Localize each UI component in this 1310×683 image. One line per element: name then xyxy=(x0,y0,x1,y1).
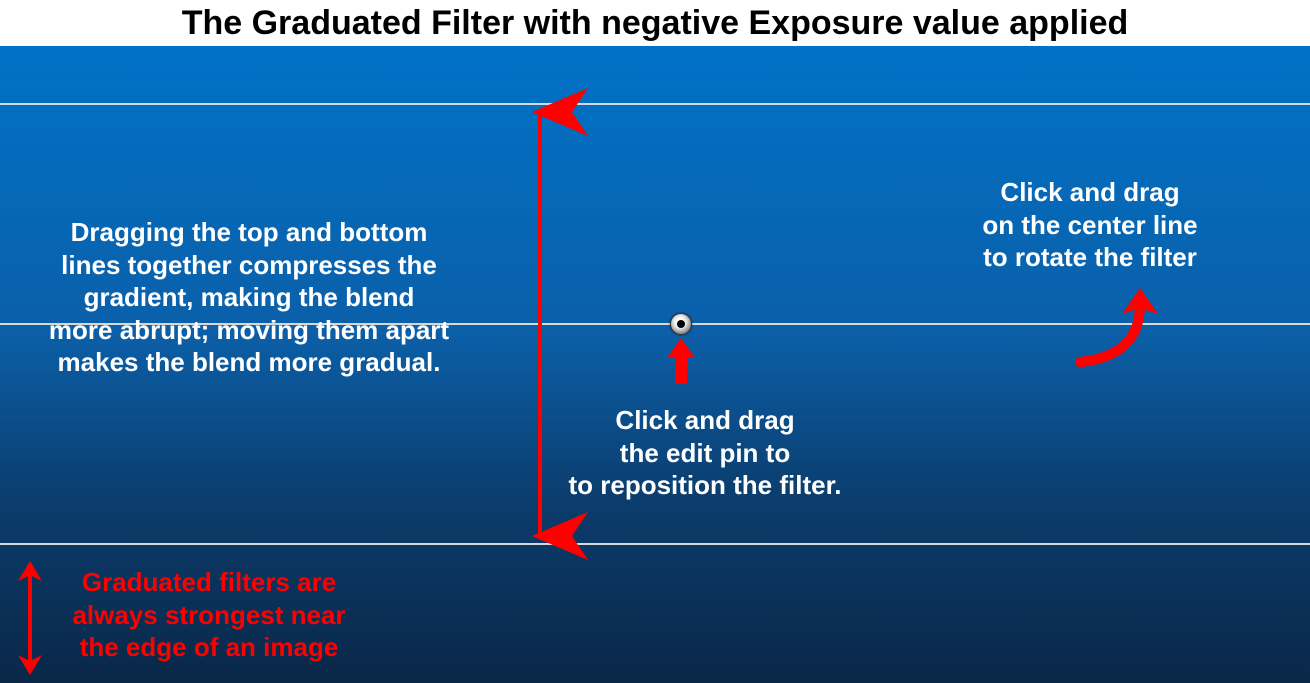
strongest-edge-label: Graduated filters are always strongest n… xyxy=(44,566,374,664)
rotate-filter-label: Click and drag on the center line to rot… xyxy=(920,176,1260,274)
edit-pin[interactable] xyxy=(670,313,692,335)
gradient-top-line[interactable] xyxy=(0,103,1310,105)
pin-up-arrow-icon xyxy=(661,336,701,396)
rotate-arrow-icon xyxy=(1050,284,1170,384)
graduated-filter-preview: Dragging the top and bottom lines togeth… xyxy=(0,46,1310,683)
compress-gradient-label: Dragging the top and bottom lines togeth… xyxy=(14,216,484,379)
page-title: The Graduated Filter with negative Expos… xyxy=(0,0,1310,43)
reposition-filter-label: Click and drag the edit pin to to reposi… xyxy=(520,404,890,502)
gradient-bottom-line[interactable] xyxy=(0,543,1310,545)
vertical-double-arrow-icon xyxy=(490,46,590,683)
